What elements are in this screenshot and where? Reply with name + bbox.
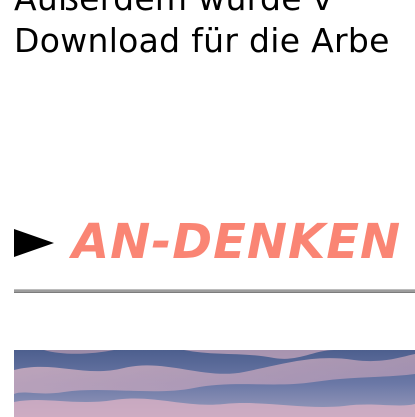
article-text: Außerdem wurde v Download für die Arbe: [14, 0, 415, 62]
sky-photo-graphic: [14, 350, 415, 417]
right-pointer-icon: [14, 229, 54, 257]
section-heading-label: AN-DENKEN: [72, 214, 402, 270]
article-text-line: Download für die Arbe: [14, 21, 390, 60]
article-text-line: Außerdem wurde v: [14, 0, 415, 20]
divider: [14, 289, 415, 293]
sky-photo: [14, 350, 415, 417]
section-heading: AN-DENKEN: [14, 210, 401, 274]
page: Außerdem wurde v Download für die Arbe A…: [0, 0, 415, 417]
